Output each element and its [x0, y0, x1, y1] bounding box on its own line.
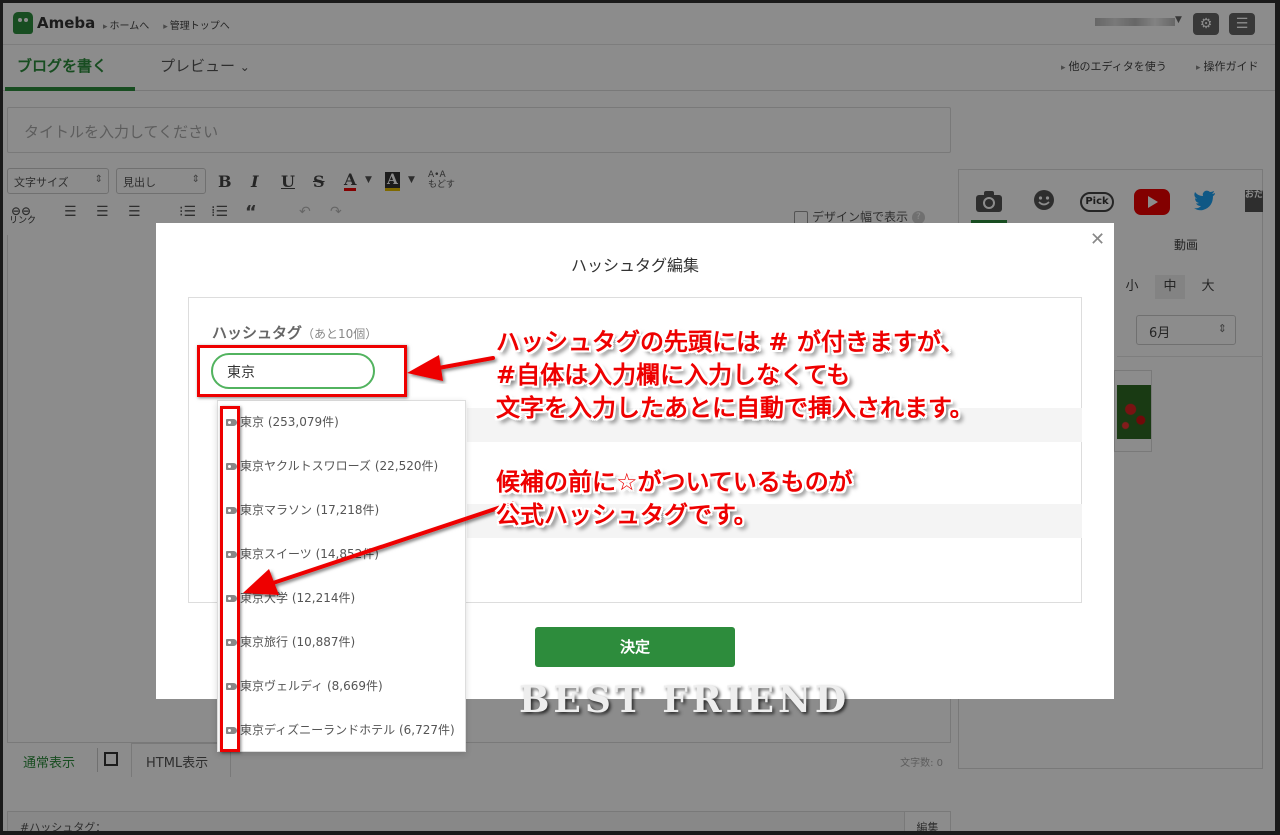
note1-line1: ハッシュタグの先頭には # が付きますが、: [496, 328, 965, 356]
icon-highlight-box: [220, 406, 240, 752]
suggestion-item[interactable]: 東京ヤクルトスワローズ (22,520件): [218, 457, 467, 501]
confirm-button[interactable]: 決定: [535, 627, 735, 667]
hashtag-field-label: ハッシュタグ（あと10個）: [212, 322, 377, 343]
hashtag-suggestions: 東京 (253,079件) 東京ヤクルトスワローズ (22,520件) 東京マラ…: [217, 400, 466, 752]
browser-frame: Ameba ホームへ 管理トップへ ▼ ⚙ ☰ ブログを書く プレビュー ⌄ 他…: [0, 0, 1280, 835]
suggestion-text: 東京スイーツ (14,852件): [240, 547, 379, 561]
suggestion-text: 東京ヴェルディ (8,669件): [240, 679, 383, 693]
suggestion-text: 東京ディズニーランドホテル (6,727件): [240, 723, 455, 737]
watermark: BEST FRIEND: [519, 679, 851, 721]
note1-line3: 文字を入力したあとに自動で挿入されます。: [496, 394, 974, 422]
suggestion-text: 東京 (253,079件): [240, 415, 339, 429]
note1-line2: #自体は入力欄に入力しなくても: [496, 361, 851, 389]
suggestion-item[interactable]: 東京スイーツ (14,852件): [218, 545, 467, 589]
input-highlight-box: [197, 345, 407, 397]
suggestion-item[interactable]: 東京ヴェルディ (8,669件): [218, 677, 467, 721]
remaining-count: （あと10個）: [302, 327, 378, 341]
suggestion-item[interactable]: 東京旅行 (10,887件): [218, 633, 467, 677]
suggestion-item[interactable]: 東京 (253,079件): [218, 413, 467, 457]
annotation-note-1: ハッシュタグの先頭には # が付きますが、 #自体は入力欄に入力しなくても 文字…: [496, 326, 974, 425]
suggestion-item[interactable]: 東京大学 (12,214件): [218, 589, 467, 633]
suggestion-item[interactable]: 東京マラソン (17,218件): [218, 501, 467, 545]
hashtag-label-text: ハッシュタグ: [212, 324, 303, 342]
dialog-title: ハッシュタグ編集: [570, 256, 699, 275]
suggestion-item[interactable]: 東京ディズニーランドホテル (6,727件): [218, 721, 467, 765]
annotation-note-2: 候補の前に☆がついているものが 公式ハッシュタグです。: [496, 466, 853, 532]
close-icon[interactable]: ✕: [1090, 229, 1105, 250]
note2-line2: 公式ハッシュタグです。: [496, 501, 758, 529]
note2-line1: 候補の前に☆がついているものが: [496, 468, 853, 496]
suggestion-text: 東京旅行 (10,887件): [240, 635, 356, 649]
suggestion-text: 東京大学 (12,214件): [240, 591, 356, 605]
suggestion-text: 東京マラソン (17,218件): [240, 503, 380, 517]
suggestion-text: 東京ヤクルトスワローズ (22,520件): [240, 459, 439, 473]
